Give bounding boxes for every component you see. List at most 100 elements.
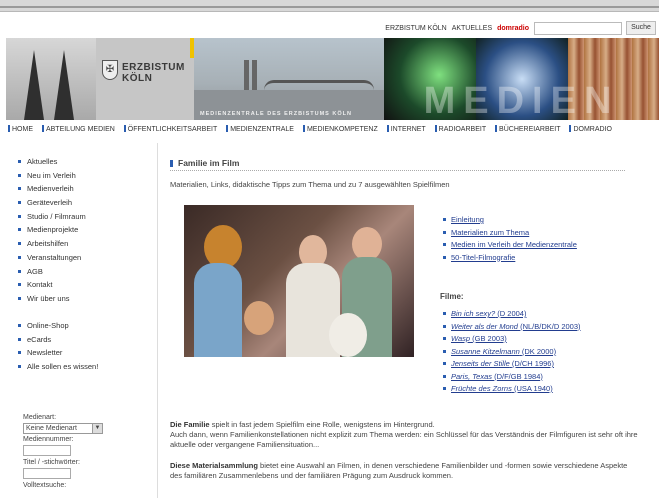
bullet-icon <box>170 160 173 167</box>
film-link[interactable]: Früchte des Zorns (USA 1940) <box>451 384 553 393</box>
nav-label: MEDIENKOMPETENZ <box>306 126 378 133</box>
nav-label: ÖFFENTLICHKEITSARBEIT <box>127 126 218 133</box>
search-button[interactable]: Suche <box>626 21 656 35</box>
logo-line-2: KÖLN <box>122 73 153 84</box>
sidebar-item[interactable]: Arbeitshilfen <box>18 239 86 253</box>
sidebar-item[interactable]: Kontakt <box>18 280 86 294</box>
list-item[interactable]: Jenseits der Stille (D/CH 1996) <box>443 359 581 372</box>
sidebar-item-label: Online-Shop <box>27 321 69 330</box>
bullet-icon <box>18 296 21 300</box>
sidebar-item[interactable]: eCards <box>18 335 98 349</box>
bullet-icon <box>18 324 21 327</box>
topic-link[interactable]: Einleitung <box>451 215 484 224</box>
bullet-icon <box>443 255 446 259</box>
sidebar-item[interactable]: Geräteverleih <box>18 198 86 212</box>
paragraph-lead: Die Familie <box>170 420 210 429</box>
header-banner: ✠ ERZBISTUM KÖLN MEDIENZENTRALE DES ERZB… <box>6 38 659 120</box>
bullet-icon <box>18 160 21 163</box>
sidebar-item-label: Neu im Verleih <box>27 170 76 180</box>
sidebar-item[interactable]: Alle sollen es wissen! <box>18 362 98 376</box>
film-title: Weiter als der Mond <box>451 321 518 331</box>
domradio-link[interactable]: domradio <box>497 25 529 32</box>
nav-item-radioarbeit[interactable]: RADIOARBEIT <box>434 125 486 133</box>
bullet-icon <box>386 125 389 132</box>
list-item[interactable]: Medien im Verleih der Medienzentrale <box>443 240 577 253</box>
banner-caption: MEDIENZENTRALE DES ERZBISTUMS KÖLN <box>200 111 352 117</box>
topic-links: Einleitung Materialien zum Thema Medien … <box>443 215 577 265</box>
sidebar-item[interactable]: Veranstaltungen <box>18 253 86 267</box>
nav-item-domradio[interactable]: DOMRADIO <box>569 125 612 133</box>
film-title: Früchte des Zorns <box>451 384 512 393</box>
bullet-icon <box>443 349 446 353</box>
intro-text: Materialien, Links, didaktische Tipps zu… <box>170 180 450 189</box>
film-info: (D 2004) <box>497 309 527 318</box>
sidebar-item[interactable]: Wir über uns <box>18 294 86 308</box>
mediennummer-input[interactable] <box>23 445 71 456</box>
sidebar-item[interactable]: Medienverleih <box>18 184 86 198</box>
topic-link[interactable]: Medien im Verleih der Medienzentrale <box>451 240 577 249</box>
list-item[interactable]: Früchte des Zorns (USA 1940) <box>443 384 581 397</box>
bullet-icon <box>443 243 446 246</box>
nav-item-home[interactable]: HOME <box>8 125 33 133</box>
sidebar-item[interactable]: Online-Shop <box>18 321 98 335</box>
site-link[interactable]: ERZBISTUM KÖLN <box>385 25 446 32</box>
bullet-icon <box>226 125 229 132</box>
nav-item-internet[interactable]: INTERNET <box>386 125 426 133</box>
page-title: Familie im Film <box>170 158 625 171</box>
sidebar-item[interactable]: AGB <box>18 267 86 281</box>
logo[interactable]: ✠ ERZBISTUM KÖLN <box>96 38 194 120</box>
bullet-icon <box>18 201 21 205</box>
dom-tower <box>252 60 257 90</box>
sidebar-menu: Aktuelles Neu im Verleih Medienverleih G… <box>18 157 86 308</box>
logo-text: ERZBISTUM KÖLN <box>122 62 185 84</box>
film-title: Paris, Texas <box>451 371 492 381</box>
film-link[interactable]: Susanne Kitzelmann (DK 2000) <box>451 347 556 356</box>
sidebar-item[interactable]: Neu im Verleih <box>18 171 86 185</box>
list-item[interactable]: 50-Titel-Filmografie <box>443 253 577 266</box>
topic-link[interactable]: Materialien zum Thema <box>451 228 529 237</box>
list-item[interactable]: Susanne Kitzelmann (DK 2000) <box>443 347 581 360</box>
film-link[interactable]: Wasp (GB 2003) <box>451 334 507 343</box>
paragraph-text: Auch dann, wenn Familienkonstellationen … <box>170 430 638 449</box>
film-link[interactable]: Paris, Texas (D/F/GB 1984) <box>451 372 543 381</box>
aktuelles-link[interactable]: AKTUELLES <box>452 25 492 32</box>
sidebar-item-label: Newsletter <box>27 348 63 358</box>
list-item[interactable]: Einleitung <box>443 215 577 228</box>
sidebar-item-label: Medienverleih <box>27 184 74 194</box>
dropdown-arrow-icon: ▼ <box>92 424 102 433</box>
film-link[interactable]: Jenseits der Stille (D/CH 1996) <box>451 359 554 368</box>
volltext-label: Volltextsuche: <box>23 482 67 489</box>
topic-link[interactable]: 50-Titel-Filmografie <box>451 253 515 262</box>
film-info: (DK 2000) <box>521 346 557 356</box>
list-item[interactable]: Bin ich sexy? (D 2004) <box>443 309 581 322</box>
bullet-icon <box>443 218 446 221</box>
bullet-icon <box>302 125 305 132</box>
nav-item-abteilung-medien[interactable]: ABTEILUNG MEDIEN <box>41 125 115 133</box>
shield-icon: ✠ <box>102 60 118 80</box>
medienart-value: Keine Medienart <box>26 425 77 432</box>
bullet-icon <box>443 374 446 378</box>
bullet-icon <box>18 269 21 273</box>
sidebar-item[interactable]: Medienprojekte <box>18 225 86 239</box>
nav-item-medienkompetenz[interactable]: MEDIENKOMPETENZ <box>302 125 378 133</box>
list-item[interactable]: Materialien zum Thema <box>443 228 577 241</box>
medienart-select[interactable]: Keine Medienart ▼ <box>23 423 103 434</box>
film-link[interactable]: Bin ich sexy? (D 2004) <box>451 309 526 318</box>
list-item[interactable]: Weiter als der Mond (NL/B/DK/D 2003) <box>443 322 581 335</box>
bullet-icon <box>443 312 446 315</box>
sidebar-item[interactable]: Studio / Filmraum <box>18 212 86 226</box>
list-item[interactable]: Wasp (GB 2003) <box>443 334 581 347</box>
bullet-icon <box>495 125 498 132</box>
nav-label: DOMRADIO <box>573 126 612 133</box>
titel-label: Titel / -stichwörter: <box>23 459 80 466</box>
list-item[interactable]: Paris, Texas (D/F/GB 1984) <box>443 372 581 385</box>
nav-item-medienzentrale[interactable]: MEDIENZENTRALE <box>226 125 294 133</box>
nav-item-oeffentlichkeitsarbeit[interactable]: ÖFFENTLICHKEITSARBEIT <box>123 125 218 133</box>
sidebar-item[interactable]: Newsletter <box>18 348 98 362</box>
search-input[interactable] <box>534 22 622 35</box>
film-link[interactable]: Weiter als der Mond (NL/B/DK/D 2003) <box>451 322 581 331</box>
bullet-icon <box>18 242 21 246</box>
sidebar-item[interactable]: Aktuelles <box>18 157 86 171</box>
nav-item-buechereiarbeit[interactable]: BÜCHEREIARBEIT <box>495 125 561 133</box>
titel-input[interactable] <box>23 468 71 479</box>
